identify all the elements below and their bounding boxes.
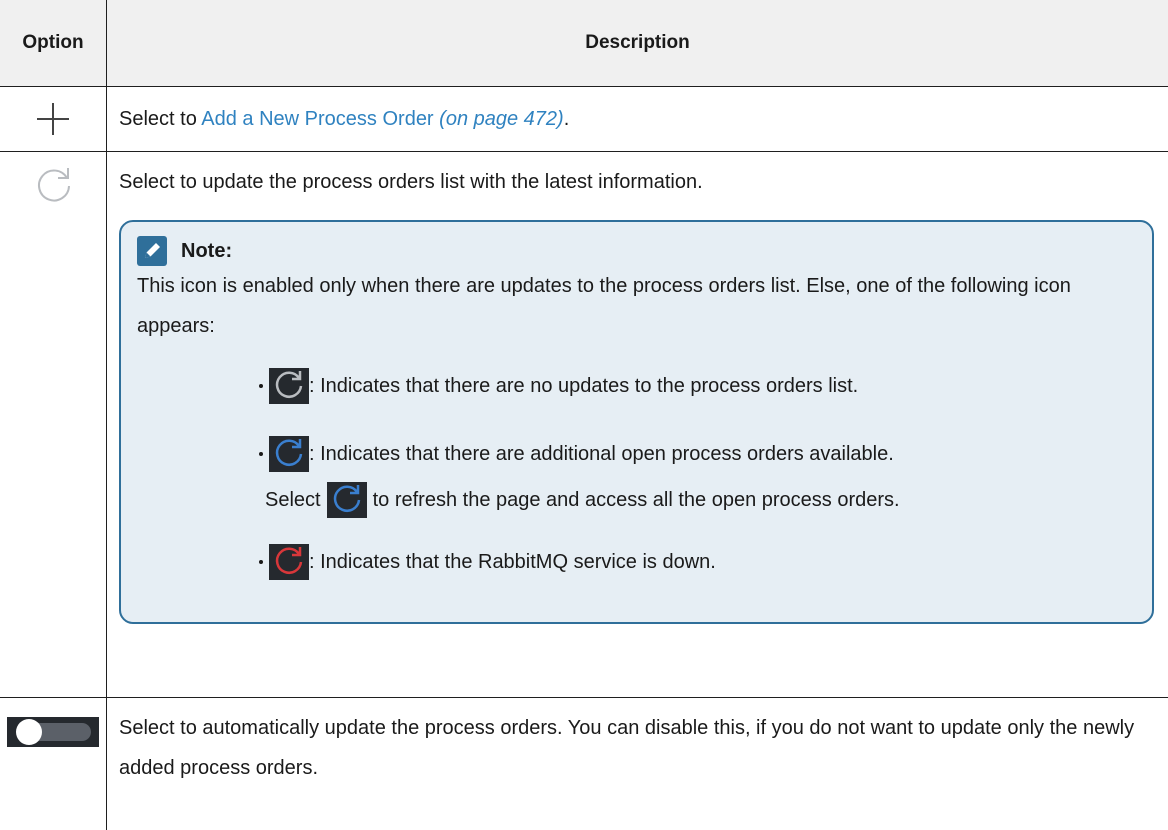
sub-line-after: to refresh the page and access all the o…: [373, 480, 900, 520]
options-table: Option Description Select to Add a New P…: [0, 0, 1168, 830]
table-row: Select to update the process orders list…: [0, 152, 1168, 698]
list-item: : Indicates that there are additional op…: [259, 434, 1136, 474]
note-box: Note: This icon is enabled only when the…: [119, 220, 1154, 624]
note-title: Note:: [181, 240, 232, 263]
table-row: Select to automatically update the proce…: [0, 698, 1168, 830]
header-row: Option Description: [0, 0, 1168, 87]
page-reference-link[interactable]: (on page 472): [439, 108, 564, 130]
option-cell: [0, 87, 107, 152]
refresh-instruction: Select to refresh the page and access al…: [265, 480, 1136, 520]
description-suffix: .: [564, 108, 570, 130]
note-body: This icon is enabled only when there are…: [137, 266, 1136, 346]
table-row: Select to Add a New Process Order (on pa…: [0, 87, 1168, 152]
bullet: [259, 560, 263, 564]
refresh-red-icon: [269, 544, 309, 580]
list-item: : Indicates that there are no updates to…: [259, 366, 1136, 406]
option-cell: [0, 152, 107, 698]
bullet: [259, 384, 263, 388]
option-cell: [0, 698, 107, 830]
note-header: Note:: [137, 236, 1136, 266]
description-text: Select to: [119, 108, 201, 130]
toggle-icon: [7, 717, 99, 747]
option-header: Option: [0, 0, 107, 87]
row-description: Select to Add a New Process Order (on pa…: [107, 87, 1168, 139]
note-list: : Indicates that there are no updates to…: [137, 366, 1136, 474]
item-text: : Indicates that the RabbitMQ service is…: [309, 542, 716, 582]
description-cell: Select to update the process orders list…: [107, 152, 1168, 698]
add-process-order-link[interactable]: Add a New Process Order: [201, 108, 433, 130]
row-description: Select to update the process orders list…: [107, 152, 1168, 202]
bullet: [259, 452, 263, 456]
item-text: : Indicates that there are additional op…: [309, 434, 894, 474]
item-text: : Indicates that there are no updates to…: [309, 366, 858, 406]
refresh-grey-icon: [269, 368, 309, 404]
plus-icon: [33, 99, 73, 139]
description-cell: Select to Add a New Process Order (on pa…: [107, 87, 1168, 152]
pencil-icon: [137, 236, 167, 266]
refresh-blue-icon: [327, 482, 367, 518]
description-header: Description: [107, 0, 1168, 87]
row-description: Select to automatically update the proce…: [107, 698, 1168, 788]
sub-line-before: Select: [265, 480, 321, 520]
description-cell: Select to automatically update the proce…: [107, 698, 1168, 830]
note-list-continued: : Indicates that the RabbitMQ service is…: [137, 542, 1136, 582]
refresh-blue-icon: [269, 436, 309, 472]
refresh-icon: [34, 164, 74, 204]
list-item: : Indicates that the RabbitMQ service is…: [259, 542, 1136, 582]
